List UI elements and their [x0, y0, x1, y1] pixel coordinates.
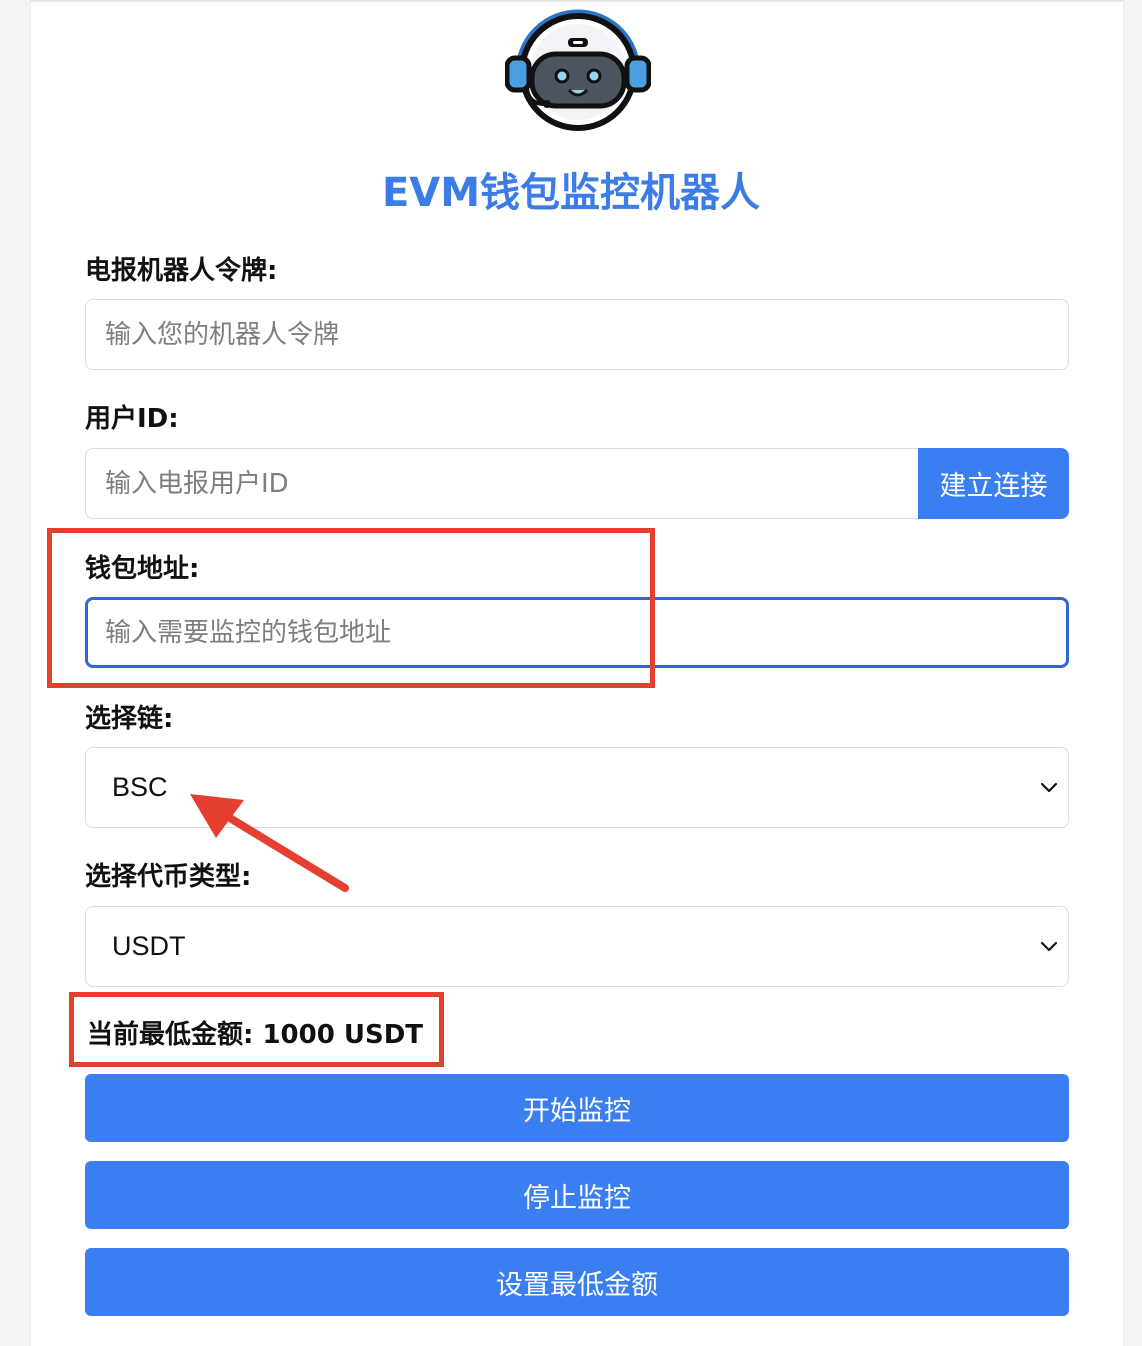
connect-button[interactable]: 建立连接	[918, 448, 1069, 519]
bot-token-label: 电报机器人令牌:	[85, 256, 278, 286]
bot-token-input[interactable]	[85, 299, 1069, 370]
chevron-down-icon	[1040, 941, 1058, 952]
set-min-amount-button[interactable]: 设置最低金额	[85, 1248, 1069, 1316]
token-type-label: 选择代币类型:	[85, 862, 252, 892]
user-id-label: 用户ID:	[85, 404, 179, 434]
stop-monitor-button[interactable]: 停止监控	[85, 1161, 1069, 1229]
wallet-address-input[interactable]	[85, 597, 1069, 668]
chevron-down-icon	[1040, 782, 1058, 793]
current-min-amount: 当前最低金额: 1000 USDT	[87, 1020, 424, 1050]
page-title: EVM钱包监控机器人	[381, 170, 761, 216]
user-id-input[interactable]	[85, 448, 919, 519]
chain-selected-value: BSC	[112, 772, 168, 802]
token-type-select[interactable]: USDT	[85, 906, 1069, 987]
robot-logo-icon	[505, 9, 651, 131]
token-type-selected-value: USDT	[112, 931, 186, 961]
start-monitor-button[interactable]: 开始监控	[85, 1074, 1069, 1142]
chain-select-label: 选择链:	[85, 704, 174, 734]
chain-select[interactable]: BSC	[85, 747, 1069, 828]
wallet-address-label: 钱包地址:	[85, 554, 200, 584]
